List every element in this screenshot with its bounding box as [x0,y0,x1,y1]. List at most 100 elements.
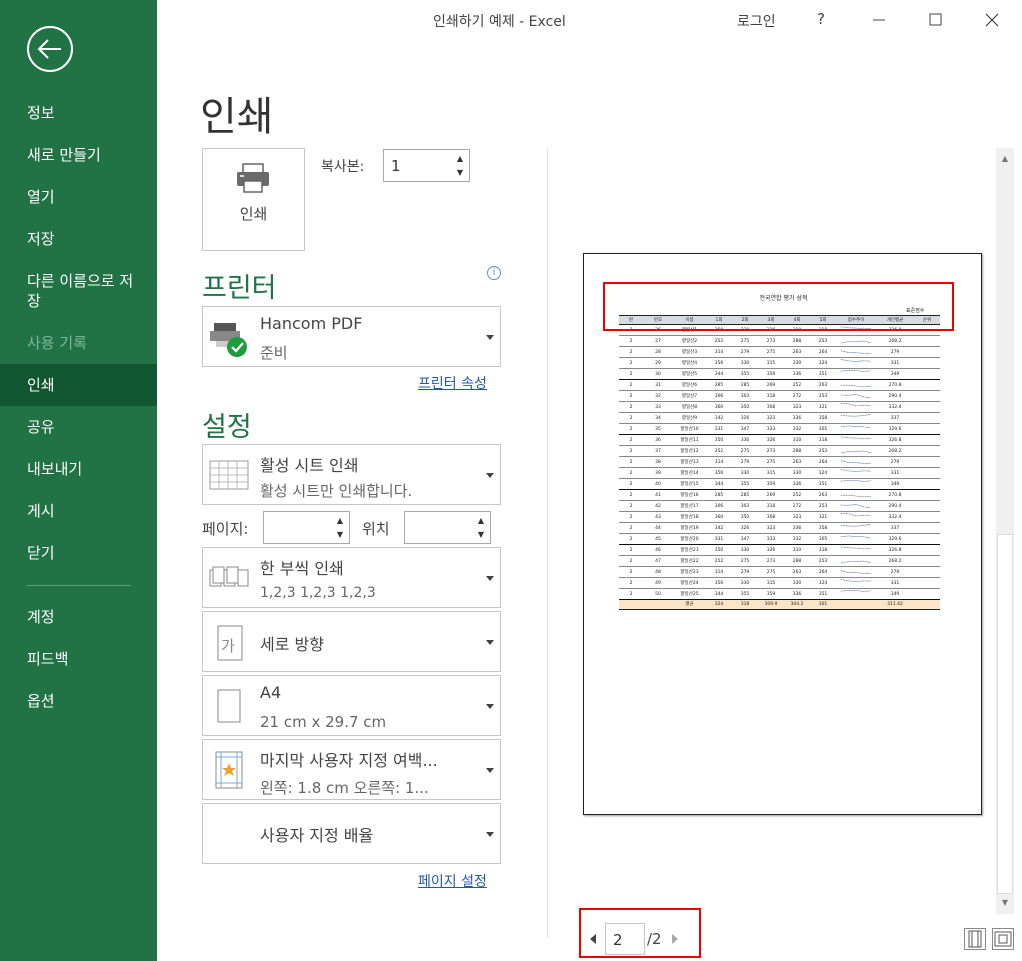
preview-cell: 2 [619,533,643,545]
preview-cell: 272 [784,500,810,512]
preview-cell: 308 [758,401,784,413]
sidebar-item-account[interactable]: 계정 [0,607,157,627]
sidebar-item-print[interactable]: 인쇄 [0,364,157,406]
preview-table-row: 평균 324 318 309.9 304.2 301 311.42 [619,599,940,610]
preview-table-row: 2 45 향일산20 331 347 333 332 305 329.6 [619,533,940,545]
preview-cell [836,588,876,600]
preview-cell: 36 [643,434,673,446]
sidebar-item-save-as[interactable]: 다른 이름으로 저장 [0,271,157,311]
sidebar-item-feedback[interactable]: 피드백 [0,649,157,669]
preview-cell: 40 [643,478,673,490]
sidebar-item-info[interactable]: 정보 [0,103,157,123]
sparkline-line [841,494,872,498]
preview-cell [914,500,940,512]
preview-cell: 304.2 [784,599,810,610]
sidebar-item-close[interactable]: 닫기 [0,543,157,563]
print-preview-page: 전국연합 평가 성적 표준점수 반 번호 이름 1회 2회 3회 4회 5회 점수추이 개인평균 순… [583,253,982,815]
close-window-button[interactable] [980,8,1004,32]
sidebar-item-new[interactable]: 새로 만들기 [0,145,157,165]
minimize-button[interactable] [867,8,891,32]
preview-cell: 263 [784,456,810,468]
info-icon[interactable]: i [487,266,501,280]
sparkline-line [840,414,872,417]
preview-cell [836,533,876,545]
collate-dropdown[interactable]: 한 부씩 인쇄 1,2,3 1,2,3 1,2,3 [202,547,501,608]
sidebar-item-export[interactable]: 내보내기 [0,459,157,479]
preview-cell: 향일산5 [673,368,706,380]
preview-cell: 252 [784,379,810,391]
collate-sub: 1,2,3 1,2,3 1,2,3 [260,585,376,601]
preview-cell: 350 [732,401,758,413]
pages-to-down-arrow-icon[interactable]: ▼ [475,528,487,542]
minimize-icon [873,19,885,21]
printer-heading: 프린터 [202,273,277,304]
preview-cell: 향일산2 [673,335,706,347]
pages-from-up-arrow-icon[interactable]: ▲ [334,514,346,528]
sidebar-item-open[interactable]: 열기 [0,187,157,207]
preview-cell [836,456,876,468]
page-setup-link[interactable]: 페이지 설정 [418,871,487,891]
zoom-to-page-button[interactable] [992,928,1014,950]
preview-cell: 275 [732,445,758,457]
preview-cell [643,599,673,610]
preview-cell: 2 [619,434,643,446]
sparkline-icon [840,469,872,472]
preview-cell: 360 [706,401,732,413]
print-what-dropdown[interactable]: 활성 시트 인쇄 활성 시트만 인쇄합니다. [202,444,501,505]
preview-cell [914,522,940,534]
pages-to-up-arrow-icon[interactable]: ▲ [475,514,487,528]
printer-dropdown[interactable]: Hancom PDF 준비 [202,306,501,367]
scroll-thumb[interactable] [997,534,1013,894]
preview-cell: 275 [732,555,758,567]
preview-cell: 264 [810,566,836,578]
sidebar-item-share[interactable]: 공유 [0,417,157,437]
preview-cell: 272 [784,390,810,402]
sparkline-line [840,394,872,399]
paper-size-dropdown[interactable]: A4 21 cm x 29.7 cm [202,675,501,736]
preview-cell: 355 [732,588,758,600]
show-margins-button[interactable] [964,928,986,950]
copies-input[interactable]: 1 ▲ ▼ [383,149,470,182]
preview-table-row: 2 40 향일산15 344 355 359 336 351 349 [619,478,940,490]
print-button[interactable]: 인쇄 [202,148,305,251]
maximize-button[interactable] [923,8,947,32]
preview-cell: 2 [619,335,643,347]
preview-cell [836,478,876,490]
preview-cell: 308 [758,511,784,523]
preview-cell: 253 [810,500,836,512]
copies-down-arrow-icon[interactable]: ▼ [454,166,466,180]
preview-cell [836,390,876,402]
help-button[interactable]: ? [817,10,825,28]
preview-cell: 37 [643,445,673,457]
pages-from-down-arrow-icon[interactable]: ▼ [334,528,346,542]
back-button[interactable] [27,26,73,72]
preview-cell: 27 [643,335,673,347]
scroll-down-icon[interactable]: ▼ [996,894,1014,912]
pages-from-input[interactable]: ▲ ▼ [263,511,350,544]
preview-cell: 329.6 [876,423,914,435]
preview-scrollbar[interactable]: ▲ ▼ [996,148,1014,914]
sparkline-icon [840,414,872,417]
preview-cell [914,478,940,490]
preview-cell: 324 [810,467,836,479]
print-button-label: 인쇄 [239,205,268,223]
sidebar-item-options[interactable]: 옵션 [0,691,157,711]
preview-cell: 273 [758,445,784,457]
scroll-up-icon[interactable]: ▲ [996,150,1014,168]
pages-to-input[interactable]: ▲ ▼ [404,511,491,544]
preview-cell: 29 [643,357,673,369]
preview-cell: 330 [732,577,758,589]
sparkline-line [840,450,872,454]
copies-up-arrow-icon[interactable]: ▲ [454,152,466,166]
preview-cell: 359 [758,588,784,600]
printer-properties-link[interactable]: 프린터 속성 [418,373,487,393]
orientation-dropdown[interactable]: 가 세로 방향 [202,611,501,672]
preview-cell: 336 [784,368,810,380]
sign-in-link[interactable]: 로그인 [737,11,776,31]
sidebar-item-save[interactable]: 저장 [0,229,157,249]
sparkline-line [840,546,872,550]
zoom-to-page-icon [994,931,1012,947]
scaling-dropdown[interactable]: 사용자 지정 배율 [202,803,501,864]
margins-dropdown[interactable]: 마지막 사용자 지정 여백... 왼쪽: 1.8 cm 오른쪽: 1... [202,739,501,800]
sidebar-item-publish[interactable]: 게시 [0,501,157,521]
